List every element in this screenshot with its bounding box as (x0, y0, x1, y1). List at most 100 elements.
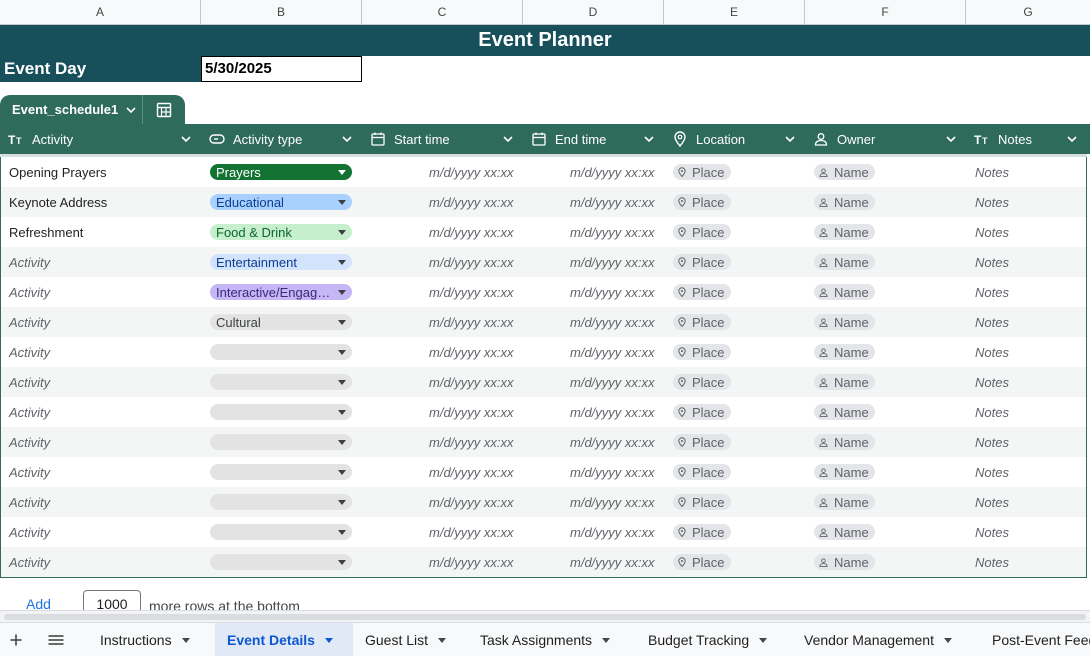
cell-activity[interactable]: Keynote Address (9, 187, 199, 217)
cell-end-time[interactable]: m/d/yyyy xx:xx (570, 157, 665, 187)
activity-type-dropdown[interactable] (210, 554, 352, 570)
cell-notes[interactable]: Notes (975, 397, 1085, 427)
cell-activity[interactable]: Activity (9, 247, 199, 277)
cell-start-time[interactable]: m/d/yyyy xx:xx (429, 247, 529, 277)
cell-activity-type[interactable] (210, 337, 360, 367)
caret-down-icon[interactable] (324, 637, 333, 643)
cell-start-time[interactable]: m/d/yyyy xx:xx (429, 337, 529, 367)
cell-location[interactable]: Place (673, 247, 803, 277)
cell-notes[interactable]: Notes (975, 487, 1085, 517)
cell-activity-type[interactable] (210, 427, 360, 457)
place-chip[interactable]: Place (673, 374, 731, 390)
cell-end-time[interactable]: m/d/yyyy xx:xx (570, 247, 665, 277)
cell-location[interactable]: Place (673, 157, 803, 187)
caret-down-icon[interactable] (602, 637, 611, 643)
name-chip[interactable]: Name (814, 344, 875, 360)
cell-end-time[interactable]: m/d/yyyy xx:xx (570, 277, 665, 307)
cell-activity-type[interactable] (210, 457, 360, 487)
cell-activity[interactable]: Opening Prayers (9, 157, 199, 187)
place-chip[interactable]: Place (673, 554, 731, 570)
column-header-d[interactable]: D (523, 0, 664, 25)
name-chip[interactable]: Name (814, 434, 875, 450)
cell-owner[interactable]: Name (814, 427, 964, 457)
sheet-tab-instructions[interactable]: Instructions (88, 623, 202, 656)
name-chip[interactable]: Name (814, 284, 875, 300)
cell-owner[interactable]: Name (814, 457, 964, 487)
place-chip[interactable]: Place (673, 404, 731, 420)
cell-owner[interactable]: Name (814, 307, 964, 337)
cell-end-time[interactable]: m/d/yyyy xx:xx (570, 367, 665, 397)
place-chip[interactable]: Place (673, 314, 731, 330)
cell-location[interactable]: Place (673, 457, 803, 487)
cell-location[interactable]: Place (673, 547, 803, 577)
cell-activity-type[interactable]: Food & Drink (210, 217, 360, 247)
sheet-tab-budget-tracking[interactable]: Budget Tracking (636, 623, 779, 656)
cell-owner[interactable]: Name (814, 547, 964, 577)
cell-location[interactable]: Place (673, 187, 803, 217)
table-name-chip[interactable]: Event_schedule1 (0, 95, 186, 124)
cell-owner[interactable]: Name (814, 157, 964, 187)
cell-start-time[interactable]: m/d/yyyy xx:xx (429, 397, 529, 427)
cell-notes[interactable]: Notes (975, 217, 1085, 247)
cell-notes[interactable]: Notes (975, 337, 1085, 367)
cell-start-time[interactable]: m/d/yyyy xx:xx (429, 217, 529, 247)
place-chip[interactable]: Place (673, 224, 731, 240)
cell-start-time[interactable]: m/d/yyyy xx:xx (429, 517, 529, 547)
cell-start-time[interactable]: m/d/yyyy xx:xx (429, 547, 529, 577)
caret-down-icon[interactable] (943, 637, 952, 643)
cell-start-time[interactable]: m/d/yyyy xx:xx (429, 187, 529, 217)
chevron-down-icon[interactable] (785, 136, 797, 142)
cell-location[interactable]: Place (673, 487, 803, 517)
cell-notes[interactable]: Notes (975, 187, 1085, 217)
column-header-c[interactable]: C (362, 0, 523, 25)
activity-type-dropdown[interactable]: Prayers (210, 164, 352, 180)
chevron-down-icon[interactable] (181, 136, 193, 142)
cell-end-time[interactable]: m/d/yyyy xx:xx (570, 337, 665, 367)
cell-owner[interactable]: Name (814, 217, 964, 247)
place-chip[interactable]: Place (673, 524, 731, 540)
cell-activity-type[interactable] (210, 397, 360, 427)
cell-end-time[interactable]: m/d/yyyy xx:xx (570, 217, 665, 247)
cell-location[interactable]: Place (673, 307, 803, 337)
cell-activity[interactable]: Activity (9, 427, 199, 457)
cell-location[interactable]: Place (673, 427, 803, 457)
add-sheet-button[interactable] (1, 623, 31, 656)
cell-end-time[interactable]: m/d/yyyy xx:xx (570, 517, 665, 547)
cell-end-time[interactable]: m/d/yyyy xx:xx (570, 397, 665, 427)
add-rows-button[interactable]: Add (26, 596, 51, 610)
cell-activity-type[interactable]: Interactive/Engagement (210, 277, 360, 307)
cell-activity[interactable]: Activity (9, 547, 199, 577)
cell-notes[interactable]: Notes (975, 157, 1085, 187)
place-chip[interactable]: Place (673, 494, 731, 510)
column-activity[interactable]: TT Activity (0, 124, 201, 154)
cell-notes[interactable]: Notes (975, 307, 1085, 337)
name-chip[interactable]: Name (814, 374, 875, 390)
place-chip[interactable]: Place (673, 284, 731, 300)
cell-end-time[interactable]: m/d/yyyy xx:xx (570, 427, 665, 457)
cell-end-time[interactable]: m/d/yyyy xx:xx (570, 187, 665, 217)
cell-notes[interactable]: Notes (975, 547, 1085, 577)
cell-activity-type[interactable] (210, 367, 360, 397)
cell-start-time[interactable]: m/d/yyyy xx:xx (429, 427, 529, 457)
place-chip[interactable]: Place (673, 254, 731, 270)
column-end-time[interactable]: End time (523, 124, 664, 154)
horizontal-scrollbar[interactable] (0, 610, 1090, 622)
activity-type-dropdown[interactable]: Interactive/Engagement (210, 284, 352, 300)
column-activity-type[interactable]: Activity type (201, 124, 362, 154)
activity-type-dropdown[interactable] (210, 434, 352, 450)
cell-owner[interactable]: Name (814, 367, 964, 397)
cell-activity-type[interactable] (210, 487, 360, 517)
cell-location[interactable]: Place (673, 217, 803, 247)
name-chip[interactable]: Name (814, 464, 875, 480)
activity-type-dropdown[interactable]: Cultural (210, 314, 352, 330)
cell-owner[interactable]: Name (814, 247, 964, 277)
cell-location[interactable]: Place (673, 337, 803, 367)
cell-start-time[interactable]: m/d/yyyy xx:xx (429, 307, 529, 337)
column-header-g[interactable]: G (966, 0, 1090, 25)
activity-type-dropdown[interactable] (210, 344, 352, 360)
activity-type-dropdown[interactable] (210, 494, 352, 510)
name-chip[interactable]: Name (814, 554, 875, 570)
name-chip[interactable]: Name (814, 404, 875, 420)
all-sheets-button[interactable] (41, 623, 71, 656)
activity-type-dropdown[interactable] (210, 404, 352, 420)
